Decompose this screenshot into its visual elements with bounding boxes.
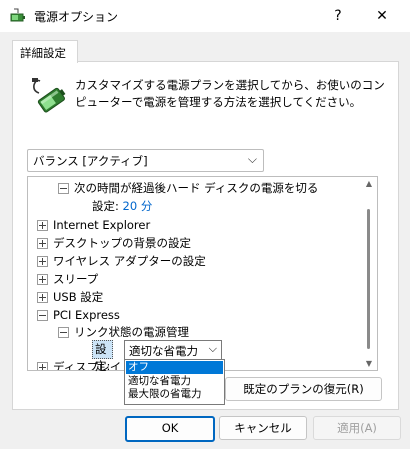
- tree-item-label: デスクトップの背景の設定: [53, 236, 191, 250]
- title-bar: 電源オプション ? ✕: [0, 0, 410, 32]
- scroll-down-icon[interactable]: ▼: [364, 359, 374, 368]
- link-state-select[interactable]: 適切な省電力 ⌵: [124, 340, 222, 360]
- option-moderate-savings[interactable]: 適切な省電力: [126, 375, 223, 388]
- collapse-icon[interactable]: [37, 310, 48, 321]
- restore-defaults-button[interactable]: 既定のプランの復元(R): [225, 377, 382, 401]
- window-title: 電源オプション: [34, 10, 119, 24]
- collapse-icon[interactable]: [58, 183, 69, 194]
- apply-button[interactable]: 適用(A): [313, 416, 401, 440]
- setting-value[interactable]: 20 分: [123, 199, 153, 213]
- instructions-text: カスタマイズする電源プランを選択してから、お使いのコンピューターで電源を管理する…: [75, 78, 385, 109]
- ok-button[interactable]: OK: [125, 416, 215, 442]
- tab-label: 詳細設定: [20, 46, 66, 60]
- tab-advanced-settings[interactable]: 詳細設定: [12, 40, 78, 63]
- scrollbar-thumb[interactable]: [367, 209, 370, 349]
- setting-label: 設定:: [92, 340, 114, 373]
- expand-icon[interactable]: [37, 362, 48, 370]
- battery-plug-icon: [32, 78, 66, 113]
- close-button[interactable]: ✕: [366, 4, 398, 28]
- power-options-icon: [10, 8, 25, 22]
- tree-item-hdd-setting[interactable]: 設定: 20 分: [92, 197, 152, 215]
- link-state-value: 適切な省電力: [129, 344, 198, 358]
- power-plan-select[interactable]: バランス [アクティブ] ⌵: [27, 149, 264, 172]
- tree-item-label: スリープ: [53, 272, 99, 286]
- link-state-options-list[interactable]: オフ 適切な省電力 最大限の省電力: [124, 359, 225, 405]
- chevron-down-icon: ⌵: [247, 152, 257, 166]
- tree-item-label: 次の時間が経過後ハード ディスクの電源を切る: [74, 181, 319, 195]
- tree-item-label: USB 設定: [53, 290, 104, 304]
- chevron-down-icon: ⌵: [208, 342, 217, 355]
- option-maximum-savings[interactable]: 最大限の省電力: [126, 388, 223, 401]
- cancel-button[interactable]: キャンセル: [219, 416, 307, 440]
- expand-icon[interactable]: [37, 256, 48, 267]
- expand-icon[interactable]: [37, 274, 48, 285]
- expand-icon[interactable]: [37, 238, 48, 249]
- option-off[interactable]: オフ: [126, 361, 223, 374]
- tree-item-label: Internet Explorer: [53, 218, 151, 232]
- tree-item-label: PCI Express: [53, 308, 120, 322]
- tree-item-label: ワイヤレス アダプターの設定: [53, 254, 206, 268]
- scroll-up-icon[interactable]: ▲: [364, 179, 374, 188]
- expand-icon[interactable]: [37, 220, 48, 231]
- tree-item-label: リンク状態の電源管理: [74, 325, 189, 339]
- collapse-icon[interactable]: [58, 327, 69, 338]
- setting-label: 設定:: [92, 199, 119, 213]
- tree-item-label: ディスプレイ: [53, 360, 122, 371]
- help-button[interactable]: ?: [322, 4, 354, 28]
- expand-icon[interactable]: [37, 292, 48, 303]
- power-plan-value: バランス [アクティブ]: [33, 154, 148, 168]
- tree-scrollbar[interactable]: ▲ ▼: [362, 179, 376, 368]
